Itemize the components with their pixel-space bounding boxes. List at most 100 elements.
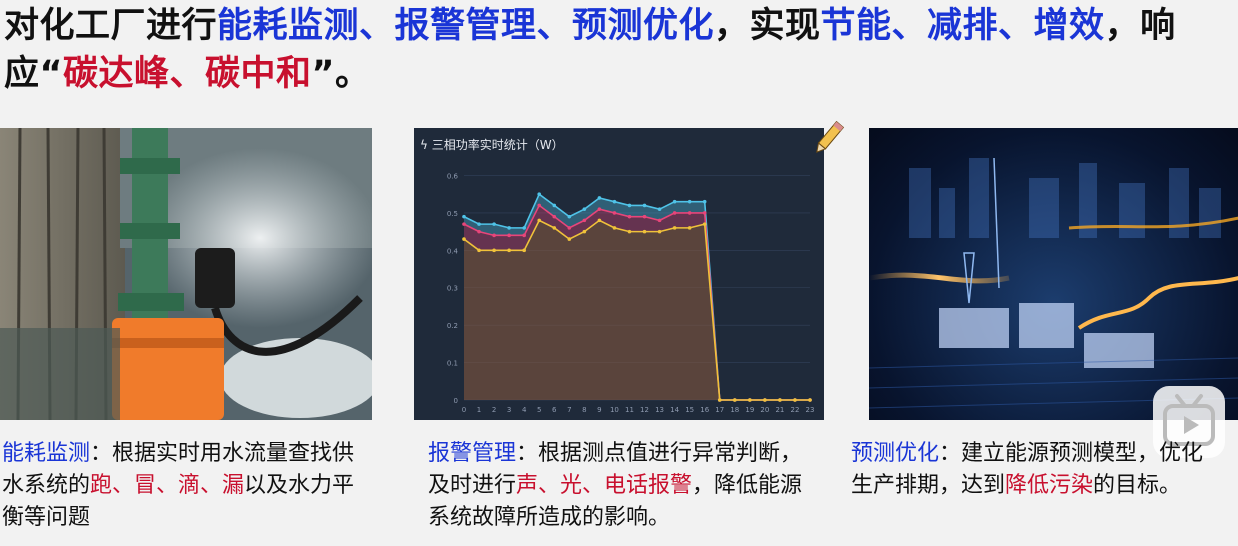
- data-point: [537, 203, 542, 208]
- data-point: [462, 222, 466, 226]
- data-point: [597, 207, 602, 211]
- smart-grid-illustration: [869, 128, 1238, 420]
- data-point: [808, 398, 812, 402]
- data-point: [702, 222, 707, 226]
- data-point: [492, 248, 496, 253]
- data-point: [612, 211, 617, 215]
- lightning-icon: ϟ: [420, 138, 428, 152]
- y-tick-label: 0.2: [447, 322, 458, 330]
- water-leak-photo: [0, 128, 372, 420]
- data-point: [687, 211, 692, 215]
- caption-forecast: 预测优化：建立能源预测模型，优化生产排期，达到降低污染的目标。: [851, 438, 1216, 502]
- x-tick-label: 14: [670, 406, 679, 414]
- data-point: [627, 214, 632, 219]
- x-tick-label: 23: [806, 406, 815, 414]
- water-leak-illustration: [0, 128, 372, 420]
- data-point: [717, 398, 722, 402]
- x-tick-label: 18: [730, 406, 739, 414]
- data-point: [612, 226, 617, 230]
- data-point: [642, 229, 647, 234]
- data-point: [462, 214, 466, 219]
- data-point: [627, 203, 632, 208]
- caption-forecast-key: 预测优化: [851, 441, 940, 466]
- data-point: [507, 248, 511, 253]
- y-tick-label: 0.1: [447, 360, 458, 368]
- data-point: [507, 226, 511, 230]
- data-point: [507, 233, 511, 238]
- x-tick-label: 5: [537, 406, 541, 414]
- x-tick-label: 2: [492, 406, 496, 414]
- data-point: [582, 218, 587, 223]
- data-point: [657, 218, 662, 223]
- headline-functions: 能耗监测、报警管理、预测优化: [217, 6, 715, 46]
- x-tick-label: 21: [775, 406, 784, 414]
- data-point: [552, 214, 557, 219]
- page-headline: 对化工厂进行能耗监测、报警管理、预测优化，实现节能、减排、增效，响应“碳达峰、碳…: [4, 2, 1229, 98]
- x-tick-label: 4: [522, 406, 527, 414]
- data-point: [672, 226, 677, 230]
- data-point: [702, 199, 707, 204]
- caption-alarm-highlight: 声、光、电话报警: [516, 473, 693, 498]
- chart-title-text: 三相功率实时统计（W）: [431, 138, 564, 152]
- data-point: [672, 199, 677, 204]
- x-tick-label: 22: [790, 406, 799, 414]
- x-tick-label: 17: [715, 406, 724, 414]
- data-point: [567, 214, 572, 219]
- data-point: [522, 226, 526, 230]
- x-tick-label: 15: [685, 406, 694, 414]
- y-tick-label: 0: [454, 397, 458, 405]
- data-point: [582, 229, 587, 234]
- headline-part-7: ”。: [311, 54, 371, 94]
- y-tick-label: 0.5: [447, 210, 458, 218]
- data-point: [477, 248, 481, 253]
- x-tick-label: 10: [610, 406, 619, 414]
- chart-title: ϟ 三相功率实时统计（W）: [420, 136, 564, 153]
- data-point: [537, 218, 542, 223]
- caption-forecast-highlight: 降低污染: [1005, 473, 1094, 498]
- headline-goals: 节能、减排、增效: [820, 6, 1105, 46]
- data-point: [657, 229, 662, 234]
- data-point: [567, 226, 572, 230]
- data-point: [477, 222, 481, 226]
- y-tick-label: 0.6: [447, 172, 459, 180]
- x-tick-label: 7: [567, 406, 571, 414]
- x-tick-label: 13: [655, 406, 664, 414]
- data-point: [597, 218, 602, 223]
- caption-monitor-key: 能耗监测: [2, 441, 91, 466]
- data-point: [597, 196, 602, 200]
- y-tick-label: 0.3: [447, 285, 458, 293]
- data-point: [462, 237, 466, 241]
- y-tick-label: 0.4: [447, 247, 459, 255]
- data-point: [552, 226, 557, 230]
- data-point: [657, 207, 662, 211]
- x-tick-label: 11: [625, 406, 634, 414]
- caption-alarm-key: 报警管理: [428, 441, 517, 466]
- caption-alarm: 报警管理：根据测点值进行异常判断，及时进行声、光、电话报警，降低能源系统故障所造…: [428, 438, 818, 534]
- headline-part-3: ，实现: [714, 6, 821, 46]
- data-point: [642, 214, 647, 219]
- x-tick-label: 8: [582, 406, 586, 414]
- data-point: [522, 233, 526, 238]
- pencil-icon[interactable]: [808, 118, 848, 158]
- data-point: [567, 237, 572, 241]
- data-point: [642, 203, 647, 208]
- data-point: [793, 398, 797, 402]
- caption-forecast-text-2: 的目标。: [1093, 473, 1182, 498]
- x-tick-label: 19: [745, 406, 754, 414]
- x-tick-label: 12: [640, 406, 649, 414]
- x-tick-label: 16: [700, 406, 709, 414]
- power-chart: 00.10.20.30.40.50.60 1 2 3 4 5 6 7 8 9 10 11 12 13 14 1…: [447, 172, 815, 414]
- data-point: [477, 229, 481, 234]
- data-point: [492, 222, 496, 226]
- data-point: [627, 229, 632, 234]
- data-point: [672, 211, 677, 215]
- power-chart-panel: 0 0.1 0.2 0.3 0.4 0.5 0.6 0 1 2 3 4 5 6 7 8 9 10 11 12 13 14 1…: [414, 128, 824, 420]
- x-tick-label: 20: [760, 406, 769, 414]
- x-tick-label: 1: [477, 406, 481, 414]
- data-point: [687, 226, 692, 230]
- data-point: [732, 398, 737, 402]
- data-point: [582, 207, 587, 211]
- data-point: [687, 199, 692, 204]
- headline-carbon: 碳达峰、碳中和: [63, 54, 312, 94]
- caption-monitor-highlight: 跑、冒、滴、漏: [90, 473, 245, 498]
